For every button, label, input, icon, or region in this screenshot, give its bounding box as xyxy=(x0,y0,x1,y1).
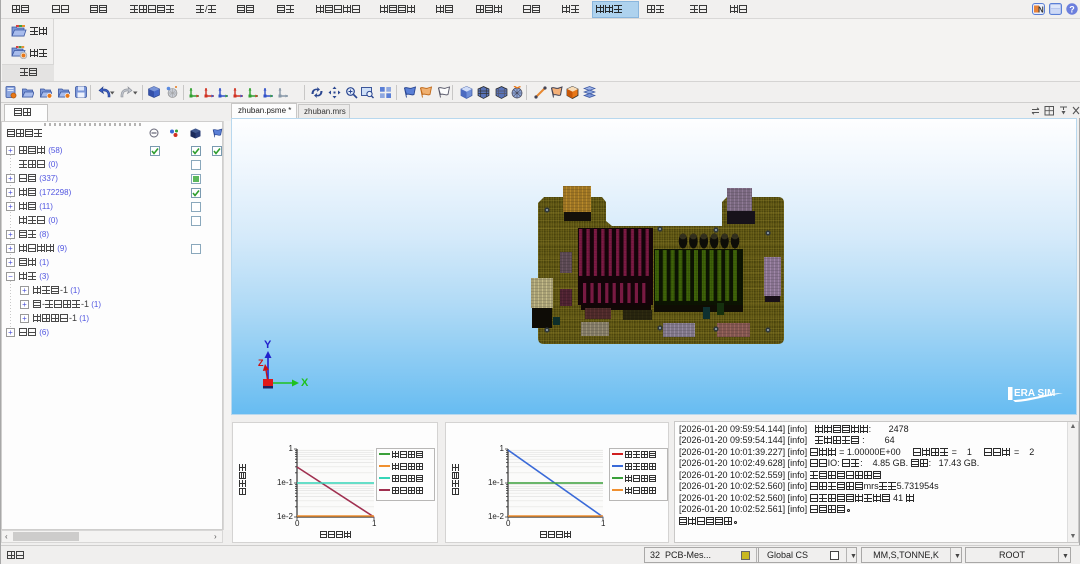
svg-text:?: ? xyxy=(1069,4,1075,14)
svg-text:X: X xyxy=(301,377,309,389)
svg-text:Y: Y xyxy=(264,339,272,351)
svg-text:N: N xyxy=(1038,6,1044,15)
svg-text:Z: Z xyxy=(258,358,264,368)
